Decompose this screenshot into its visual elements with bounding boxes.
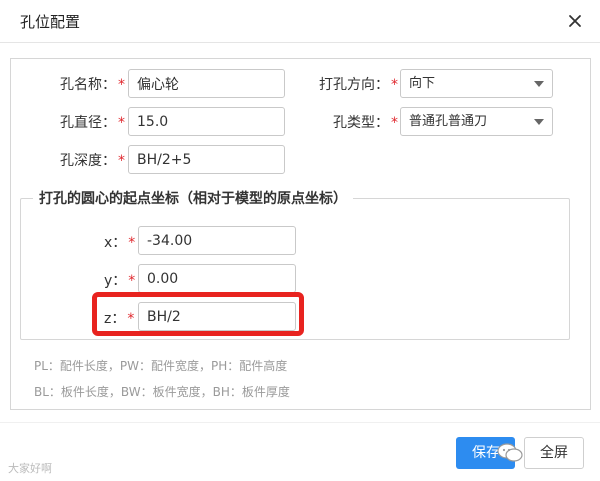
hole-name-label: 孔名称： * [60,77,125,93]
coords-legend: 打孔的圆心的起点坐标（相对于模型的原点坐标） [39,191,347,207]
drill-direction-label: 打孔方向： * [319,77,398,93]
x-label: x： * [104,235,136,251]
fullscreen-button-label: 全屏 [540,445,568,461]
chevron-down-icon [534,81,544,87]
save-button-label: 保存 [472,445,500,461]
hint-line-1: PL：配件长度，PW：配件宽度，PH：配件高度 [34,359,288,373]
hole-diameter-label: 孔直径： * [60,115,125,131]
dialog-titlebar: 孔位配置 [0,0,600,43]
fullscreen-button[interactable]: 全屏 [524,437,584,469]
hole-depth-label: 孔深度： * [60,153,125,169]
hole-depth-input[interactable] [128,145,285,174]
hole-type-label: 孔类型： * [333,115,398,131]
hole-type-value: 普通孔普通刀 [409,114,488,129]
x-input[interactable] [138,226,296,255]
hole-type-select[interactable]: 普通孔普通刀 [400,107,553,136]
chevron-down-icon [534,119,544,125]
hole-name-input[interactable] [128,69,285,98]
hole-config-dialog: 孔位配置 孔名称：* 打孔方向：* 向下 孔直径：* 孔类型：* 普通孔普通刀 … [0,0,600,481]
watermark-text: 大家好啊 [8,462,52,475]
drill-direction-select[interactable]: 向下 [400,69,553,98]
y-input[interactable] [138,264,296,293]
hint-line-2: BL：板件长度，BW：板件宽度，BH：板件厚度 [34,385,290,399]
footer-divider [0,422,600,423]
drill-direction-value: 向下 [409,76,436,91]
hole-diameter-input[interactable] [128,107,285,136]
y-label: y： * [104,273,136,289]
wechat-icon [497,442,523,464]
close-icon[interactable] [565,11,585,31]
z-highlight-box [92,292,304,336]
dialog-title: 孔位配置 [20,13,81,31]
